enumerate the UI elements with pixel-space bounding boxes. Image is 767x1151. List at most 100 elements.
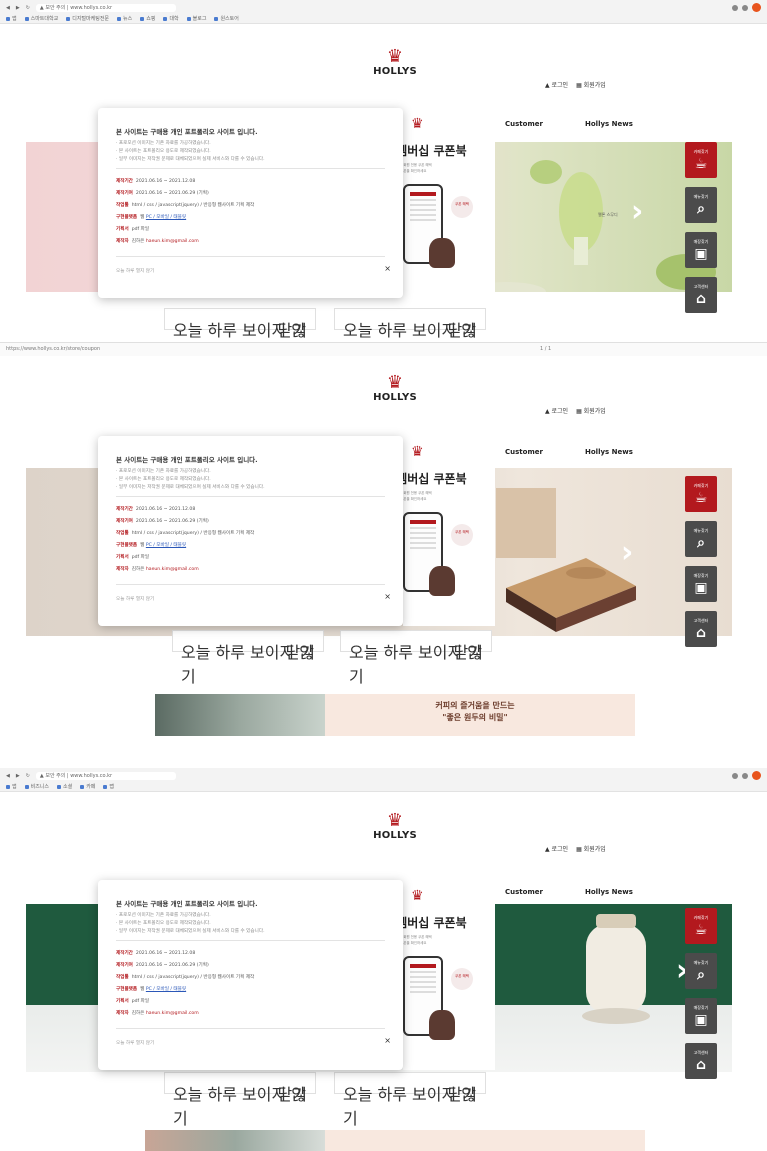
extension-icon[interactable] [742, 4, 748, 11]
bookmark[interactable]: 카페 [80, 783, 95, 790]
nav-hollys-news[interactable]: Hollys News [585, 448, 633, 456]
hollys-logo[interactable]: ♛ HOLLYS [370, 372, 420, 404]
bookmark[interactable]: 스마트대학교 [24, 15, 58, 22]
hide-today-checkbox[interactable]: 오늘 하루 열지 않기 [116, 596, 154, 602]
bookmark[interactable]: 뉴스 [117, 15, 132, 22]
join-link[interactable]: ▦ 회원가입 [576, 406, 606, 415]
profile-icon[interactable] [752, 771, 761, 780]
promo-banner[interactable] [145, 1130, 645, 1151]
quick-customer-button[interactable]: 고객센터 ⌂ [685, 277, 717, 313]
platform-link[interactable]: PC / 모바일 / 태블릿 [146, 215, 186, 220]
extension-icon[interactable] [742, 772, 748, 779]
quick-store-button[interactable]: 매장찾기 ▣ [685, 566, 717, 602]
coupon-popup[interactable]: ♛ 스 멤버십 쿠폰북 멤버십 회원 전용 쿠폰 혜택 지금 쿠폰을 확인하세요… [381, 108, 495, 298]
quick-menu-search-button[interactable]: 메뉴찾기 ⌕ [685, 953, 717, 989]
coupon-sticker: 쿠폰 혜택 [451, 196, 473, 218]
thumb-card[interactable]: 오늘 하루 보이지 않기 닫기 [334, 308, 486, 340]
nav-customer[interactable]: Customer [505, 888, 543, 896]
portfolio-notice-popup: 본 사이트는 구매용 개인 포트폴리오 사이트 입니다. · 프로모션 이미지는… [98, 880, 403, 1070]
divider [116, 256, 385, 257]
thumb-card[interactable]: 오늘 하루 보이지 않기 닫기 [340, 630, 492, 686]
bookmark[interactable]: 원스토어 [214, 15, 239, 22]
info-row: 기획서 pdf 파일 [116, 227, 150, 232]
login-link[interactable]: ▲ 로그인 [545, 406, 568, 415]
promo-banner[interactable]: 커피의 즐거움을 만드는 "좋은 원두의 비밀" [155, 694, 635, 736]
login-link[interactable]: ▲ 로그인 [545, 844, 568, 853]
thumb-card[interactable]: 오늘 하루 보이지 않기 닫기 [164, 308, 316, 340]
crown-icon: ♛ [386, 372, 404, 393]
bookmark[interactable]: 쇼핑 [140, 15, 155, 22]
hide-today-checkbox[interactable]: 오늘 하루 열지 않기 [116, 1040, 154, 1046]
forward-icon[interactable]: ▶ [16, 773, 20, 779]
quick-menu-search-button[interactable]: 메뉴찾기 ⌕ [685, 187, 717, 223]
quick-cafe-button[interactable]: 카페찾기 ☕ [685, 142, 717, 178]
bookmark[interactable]: 디지털마케팅전문 [66, 15, 109, 22]
nav-customer[interactable]: Customer [505, 448, 543, 456]
reload-icon[interactable]: ↻ [26, 5, 30, 11]
email-link[interactable]: haeun.kim@gmail.com [146, 239, 199, 244]
bookmark[interactable]: 앱 [6, 783, 17, 790]
back-icon[interactable]: ◀ [6, 773, 10, 779]
slide-next-icon[interactable]: › [621, 538, 633, 568]
join-link[interactable]: ▦ 회원가입 [576, 844, 606, 853]
quick-menu-search-button[interactable]: 메뉴찾기 ⌕ [685, 521, 717, 557]
nav-hollys-news[interactable]: Hollys News [585, 120, 633, 128]
address-bar[interactable]: ▲ 보안 주의 | www.hollys.co.kr [35, 772, 176, 780]
extension-icon[interactable] [732, 772, 738, 779]
forward-icon[interactable]: ▶ [16, 5, 20, 11]
bookmark[interactable]: 맵 [103, 783, 114, 790]
extension-icon[interactable] [732, 4, 738, 11]
quick-cafe-button[interactable]: 카페찾기 ☕ [685, 476, 717, 512]
info-row: 기획서 pdf 파일 [116, 555, 150, 560]
login-link[interactable]: ▲ 로그인 [545, 80, 568, 89]
info-row: 제작기여 2021.06.16 ~ 2021.06.29 (기획) [116, 963, 209, 968]
back-icon[interactable]: ◀ [6, 5, 10, 11]
thumb-card[interactable]: 오늘 하루 보이지 않기 닫기 [164, 1072, 316, 1128]
util-menu: ▲ 로그인 ▦ 회원가입 [545, 406, 606, 415]
reload-icon[interactable]: ↻ [26, 773, 30, 779]
hide-today-checkbox[interactable]: 오늘 하루 열지 않기 [116, 268, 154, 274]
nav-customer[interactable]: Customer [505, 120, 543, 128]
bookmark[interactable]: 소셜 [57, 783, 72, 790]
util-menu: ▲ 로그인 ▦ 회원가입 [545, 844, 606, 853]
coupon-popup[interactable]: ♛ 스 멤버십 쿠폰북 멤버십 회원 전용 쿠폰 혜택 지금 쿠폰을 확인하세요… [381, 880, 495, 1070]
cake-image [429, 566, 455, 596]
nav-hollys-news[interactable]: Hollys News [585, 888, 633, 896]
bookmark-icon [57, 784, 62, 789]
info-row: 기획서 pdf 파일 [116, 999, 150, 1004]
bookmark[interactable]: 블로그 [186, 15, 206, 22]
quick-customer-button[interactable]: 고객센터 ⌂ [685, 611, 717, 647]
slide-next-icon[interactable]: › [631, 197, 643, 227]
platform-link[interactable]: PC / 모바일 / 태블릿 [146, 543, 186, 548]
email-link[interactable]: haeun.kim@gmail.com [146, 567, 199, 572]
bookmark-icon [24, 16, 29, 21]
coupon-popup[interactable]: ♛ 스 멤버십 쿠폰북 멤버십 회원 전용 쿠폰 혜택 지금 쿠폰을 확인하세요… [381, 436, 495, 626]
quick-store-button[interactable]: 매장찾기 ▣ [685, 998, 717, 1034]
platform-link[interactable]: PC / 모바일 / 태블릿 [146, 987, 186, 992]
thumb-card[interactable]: 오늘 하루 보이지 않기 닫기 [334, 1072, 486, 1128]
search-icon: ⌕ [697, 535, 705, 551]
hollys-logo[interactable]: ♛ HOLLYS [370, 48, 420, 78]
close-button[interactable]: × [384, 592, 391, 601]
address-bar[interactable]: ▲ 보안 주의 | www.hollys.co.kr [35, 4, 176, 12]
close-button[interactable]: × [384, 1036, 391, 1045]
thumb-card[interactable]: 오늘 하루 보이지 않기 닫기 [172, 630, 324, 686]
close-button[interactable]: × [384, 264, 391, 273]
hollys-logo[interactable]: ♛ HOLLYS [370, 812, 420, 842]
bookmark[interactable]: 비즈니스 [24, 783, 49, 790]
email-link[interactable]: haeun.kim@gmail.com [146, 1011, 199, 1016]
divider [116, 1028, 385, 1029]
quick-store-button[interactable]: 매장찾기 ▣ [685, 232, 717, 268]
home-icon: ⌂ [695, 1057, 707, 1073]
quick-cafe-button[interactable]: 카페찾기 ☕ [685, 908, 717, 944]
slide-caption: 멜론 스무디 [598, 212, 618, 217]
bookmark[interactable]: 앱 [6, 15, 17, 22]
join-link[interactable]: ▦ 회원가입 [576, 80, 606, 89]
store-icon: ▣ [694, 1012, 708, 1028]
home-icon: ⌂ [695, 625, 707, 641]
quick-customer-button[interactable]: 고객센터 ⌂ [685, 1043, 717, 1079]
coupon-sticker: 쿠폰 혜택 [451, 524, 473, 546]
bookmark[interactable]: 대학 [163, 15, 179, 22]
quick-menu: 카페찾기 ☕ 메뉴찾기 ⌕ 매장찾기 ▣ 고객센터 ⌂ [685, 908, 717, 1088]
profile-icon[interactable] [752, 3, 761, 12]
